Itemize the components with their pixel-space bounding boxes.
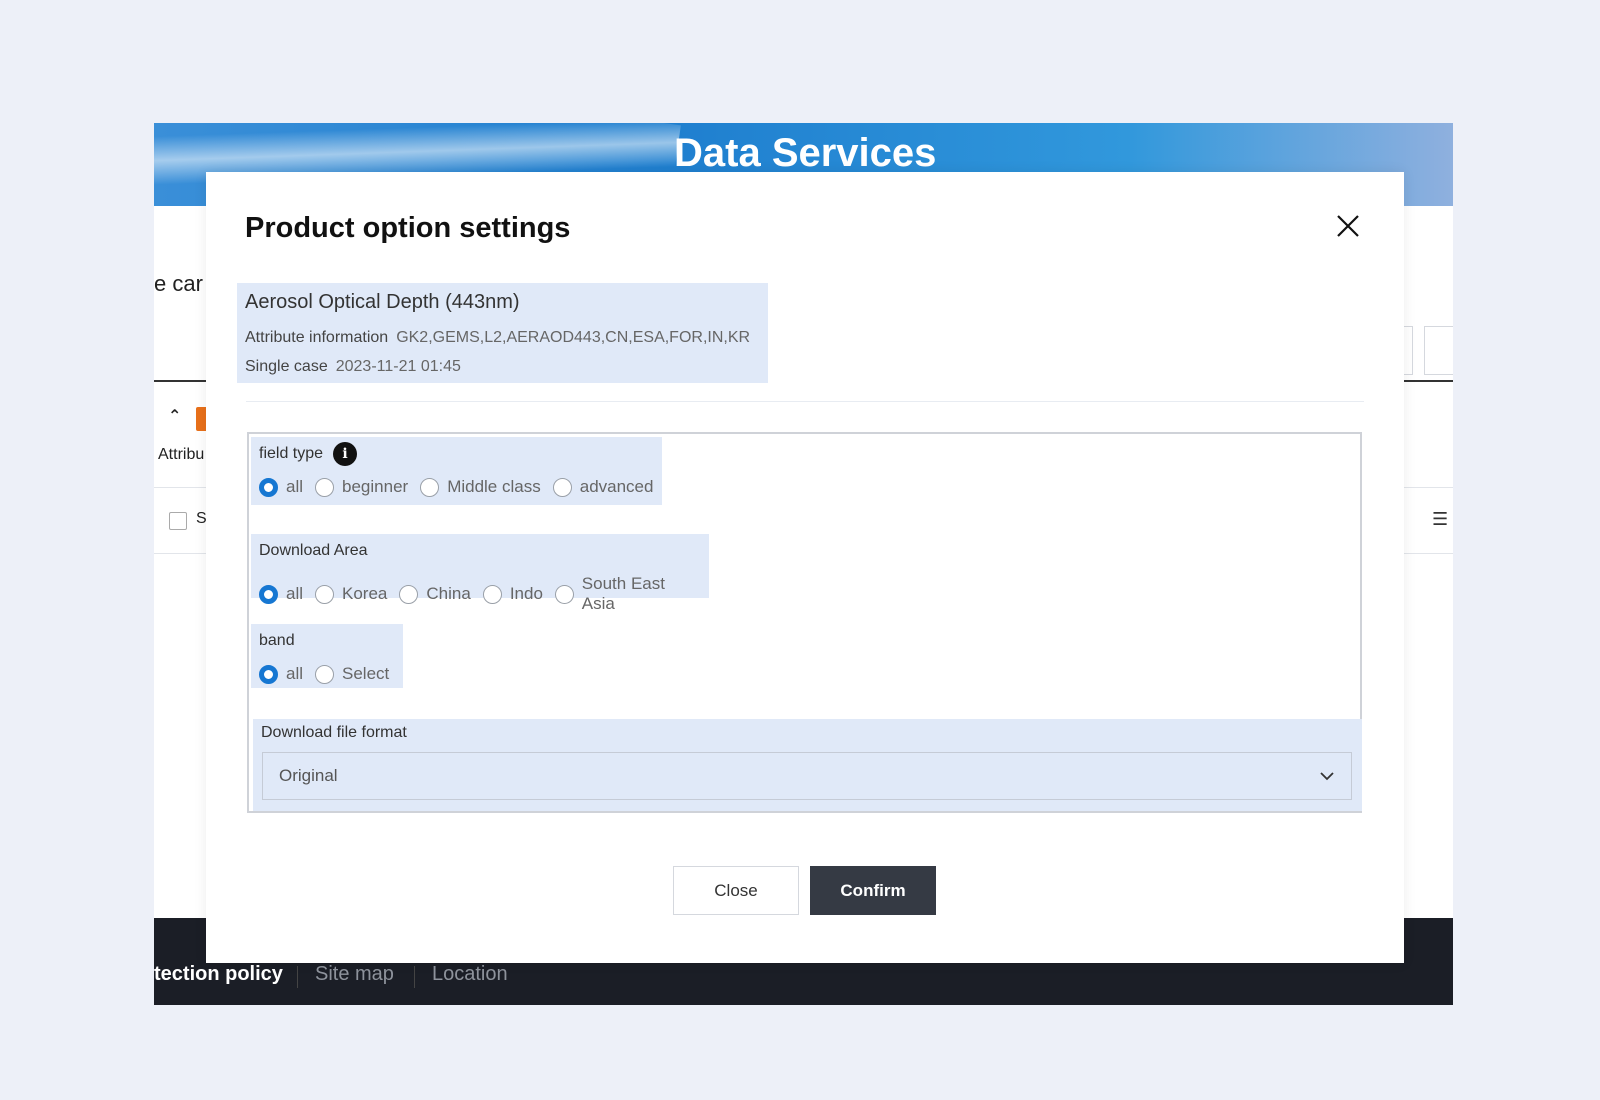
chevron-down-icon — [1320, 772, 1334, 781]
partial-attribute-label: Attribu — [158, 446, 205, 463]
confirm-button[interactable]: Confirm — [810, 866, 936, 915]
download-area-radio-indo[interactable]: Indo — [482, 584, 543, 604]
radio-circle[interactable] — [259, 477, 278, 497]
band-group: band all Select — [251, 624, 403, 688]
product-option-modal: Product option settings Aerosol Optical … — [206, 172, 1404, 963]
options-panel: field type i all beginner Middle class advan… — [247, 432, 1362, 813]
file-format-label: Download file format — [261, 724, 407, 741]
footer-separator — [414, 966, 415, 988]
field-type-radio-advanced[interactable]: advanced — [552, 477, 654, 497]
band-radio-select[interactable]: Select — [315, 664, 389, 684]
info-icon[interactable]: i — [333, 442, 358, 466]
radio-label: all — [286, 477, 304, 496]
radio-label: China — [426, 584, 471, 603]
field-type-radio-all[interactable]: all — [259, 477, 303, 497]
footer-separator — [297, 966, 298, 988]
modal-title: Product option settings — [245, 212, 571, 244]
select-all-checkbox[interactable] — [169, 512, 187, 530]
radio-circle[interactable] — [399, 584, 419, 604]
radio-label: all — [286, 664, 304, 683]
radio-label: Korea — [342, 584, 388, 603]
band-label: band — [259, 632, 295, 649]
product-name: Aerosol Optical Depth (443nm) — [245, 291, 520, 313]
download-area-radio-china[interactable]: China — [399, 584, 471, 604]
radio-label: Indo — [509, 584, 543, 603]
radio-label: South East Asia — [581, 574, 665, 613]
band-radio-all[interactable]: all — [259, 664, 303, 684]
radio-circle[interactable] — [259, 664, 278, 684]
radio-circle[interactable] — [315, 477, 335, 497]
field-type-radio-middle-class[interactable]: Middle class — [420, 477, 541, 497]
close-icon[interactable] — [1334, 212, 1362, 240]
single-case-value: 2023-11-21 01:45 — [335, 358, 461, 375]
download-area-label: Download Area — [259, 542, 368, 559]
footer-link-location[interactable]: Location — [432, 963, 508, 986]
radio-label: advanced — [579, 477, 654, 496]
field-type-label: field type — [259, 445, 324, 462]
attribute-label: Attribute information — [245, 329, 389, 346]
radio-circle[interactable] — [420, 477, 440, 497]
single-case-label: Single case — [245, 358, 328, 375]
radio-circle[interactable] — [482, 584, 502, 604]
file-format-value: Original — [279, 766, 338, 785]
download-area-radio-south-east-asia[interactable]: South East Asia — [554, 574, 701, 614]
download-area-radio-all[interactable]: all — [259, 584, 303, 604]
radio-circle[interactable] — [552, 477, 572, 497]
footer-link-privacy[interactable]: tection policy — [154, 963, 283, 986]
field-type-radio-beginner[interactable]: beginner — [315, 477, 408, 497]
file-format-group: Download file format Original — [253, 719, 1362, 811]
radio-label: Middle class — [447, 477, 541, 496]
radio-label: all — [286, 584, 304, 603]
product-info-panel: Aerosol Optical Depth (443nm) Attribute … — [237, 283, 768, 383]
collapse-caret-icon[interactable]: ⌃ — [168, 406, 181, 426]
filter-sliders-icon[interactable]: ☰ — [1432, 509, 1448, 530]
attribute-value: GK2,GEMS,L2,AERAOD443,CN,ESA,FOR,IN,KR — [396, 329, 751, 346]
radio-circle[interactable] — [315, 664, 335, 684]
button-box[interactable] — [1424, 326, 1453, 375]
footer-link-site-map[interactable]: Site map — [315, 963, 394, 986]
page-header-title: Data Services — [674, 131, 937, 175]
download-area-radio-korea[interactable]: Korea — [315, 584, 387, 604]
radio-circle[interactable] — [554, 584, 574, 604]
radio-circle[interactable] — [315, 584, 335, 604]
download-area-group: Download Area all Korea China Indo South Eas… — [251, 534, 709, 613]
radio-label: beginner — [342, 477, 409, 496]
radio-label: Select — [342, 664, 390, 683]
partial-heading: e car — [154, 271, 203, 296]
divider — [246, 401, 1364, 402]
radio-circle[interactable] — [259, 584, 278, 604]
field-type-group: field type i all beginner Middle class advan… — [251, 437, 662, 505]
file-format-select[interactable]: Original — [262, 752, 1352, 800]
close-button[interactable]: Close — [673, 866, 799, 915]
